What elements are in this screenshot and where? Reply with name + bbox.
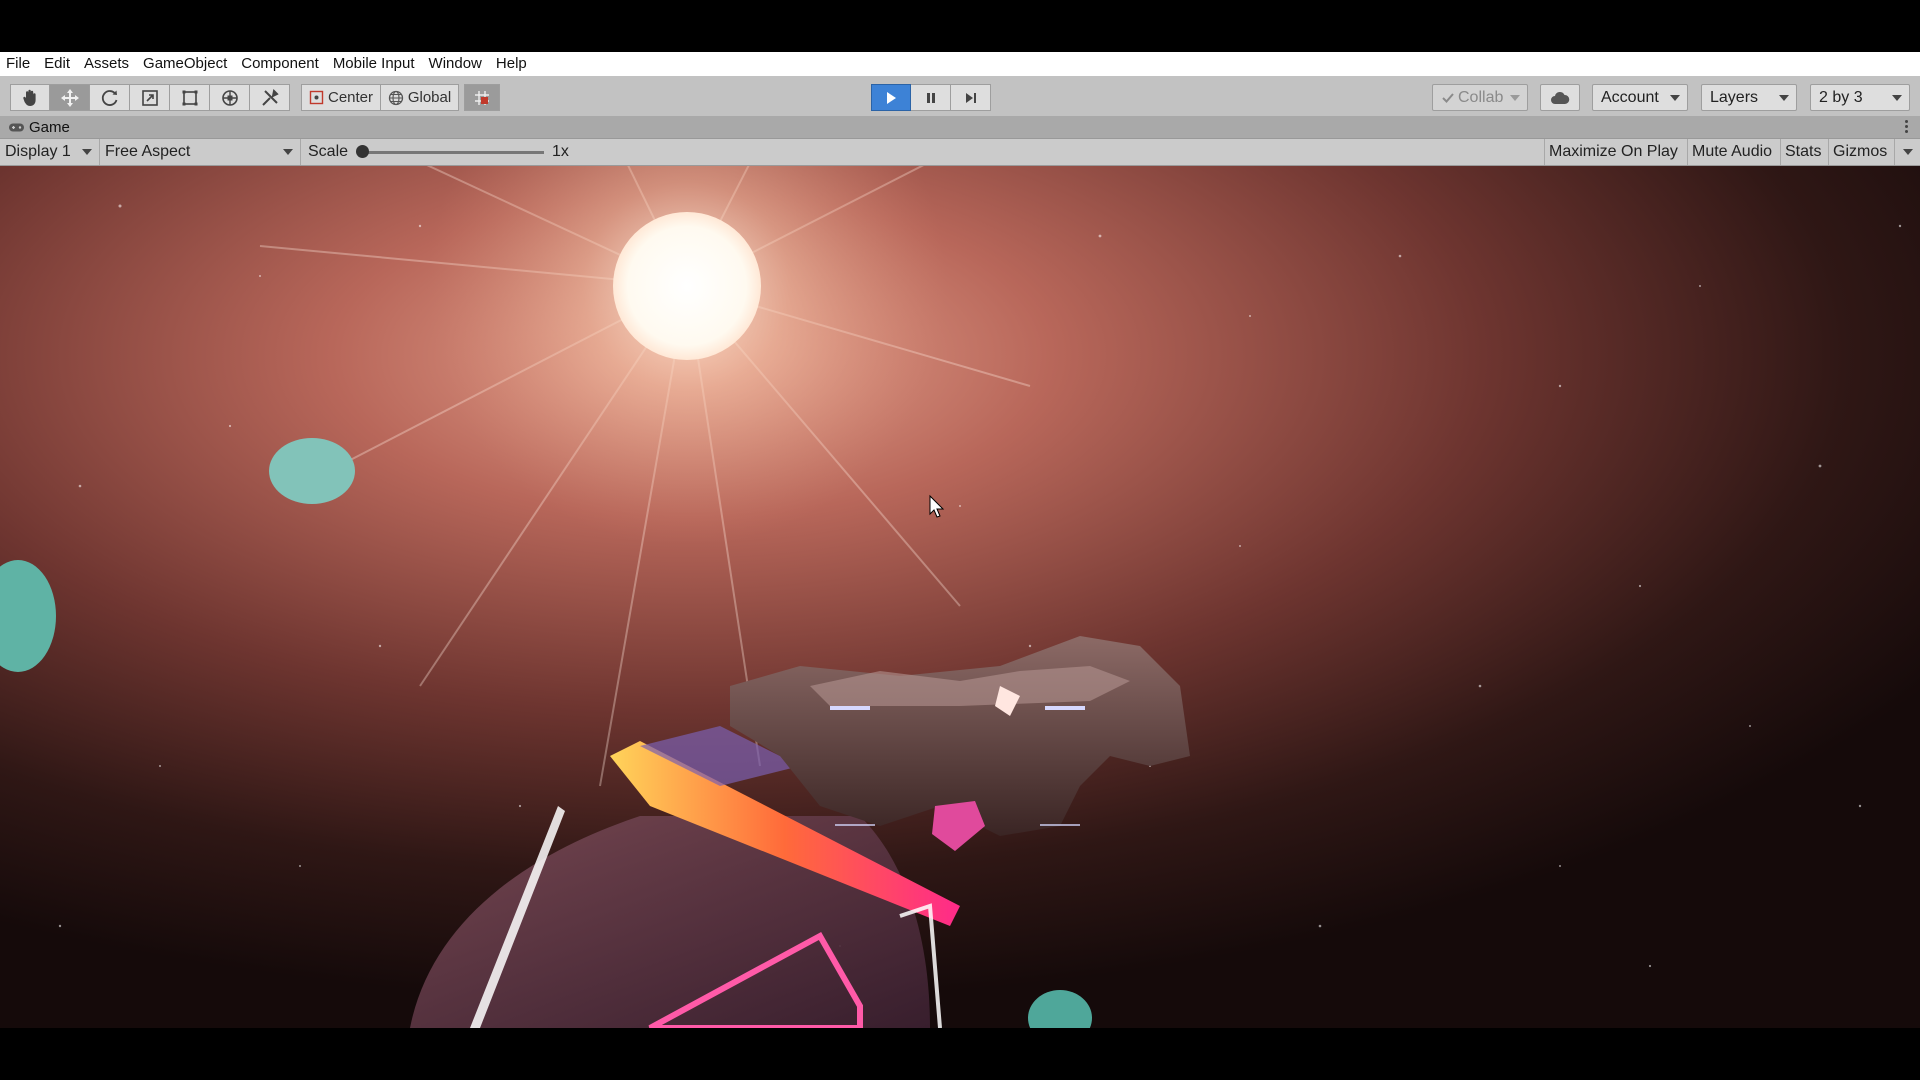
display-label: Display 1 [5, 143, 71, 160]
layout-dropdown[interactable]: 2 by 3 [1810, 84, 1910, 111]
scale-icon [141, 89, 158, 106]
step-button[interactable] [951, 84, 991, 111]
gizmos-dropdown[interactable] [1894, 139, 1920, 165]
hand-icon [23, 89, 36, 106]
chevron-down-icon [283, 149, 293, 155]
transform-icon [221, 89, 238, 106]
move-tool-button[interactable] [50, 84, 90, 111]
top-letterbox [0, 0, 1920, 52]
chevron-down-icon [1892, 95, 1902, 101]
rotate-icon [101, 89, 117, 106]
scale-label: Scale [308, 143, 349, 160]
sun [613, 212, 761, 360]
playmode-controls [871, 84, 991, 111]
aspect-dropdown[interactable]: Free Aspect [100, 139, 301, 165]
planet-small [269, 438, 355, 504]
game-view-toolbar: Display 1 Free Aspect Scale 1x Maximize … [0, 139, 1920, 166]
step-icon [965, 92, 976, 103]
tab-game[interactable]: Game [8, 116, 70, 138]
game-scene [0, 166, 1920, 1028]
layers-dropdown[interactable]: Layers [1701, 84, 1797, 111]
chevron-down-icon [1903, 149, 1913, 155]
pivot-mode-button[interactable]: Center [301, 84, 381, 111]
globe-icon [388, 90, 403, 105]
custom-tool-button[interactable] [250, 84, 290, 111]
menu-file[interactable]: File [0, 52, 37, 76]
checkmark-icon [1442, 92, 1454, 103]
hand-tool-button[interactable] [10, 84, 50, 111]
cloud-icon [1551, 91, 1570, 104]
rotate-tool-button[interactable] [90, 84, 130, 111]
handle-toggles: Center Global [301, 84, 459, 111]
maximize-on-play-toggle[interactable]: Maximize On Play [1544, 139, 1682, 165]
cloud-button[interactable] [1540, 84, 1580, 111]
tab-game-label: Game [29, 118, 70, 136]
menu-edit[interactable]: Edit [37, 52, 77, 76]
menu-component[interactable]: Component [234, 52, 326, 76]
scale-slider-track[interactable] [360, 151, 544, 154]
main-toolbar: Center Global Collab Account Layers 2 by… [0, 76, 1920, 116]
layers-label: Layers [1710, 88, 1759, 106]
menu-assets[interactable]: Assets [77, 52, 136, 76]
layout-label: 2 by 3 [1819, 88, 1863, 106]
gamepad-icon [9, 123, 24, 131]
gizmos-toggle[interactable]: Gizmos [1828, 139, 1891, 165]
transform-tools [10, 84, 290, 111]
display-dropdown[interactable]: Display 1 [0, 139, 100, 165]
collab-dropdown[interactable]: Collab [1432, 84, 1528, 111]
pivot-space-label: Global [407, 89, 452, 106]
snap-toggle-group [464, 84, 500, 111]
tab-menu-icon[interactable] [1905, 120, 1908, 134]
menu-mobile-input[interactable]: Mobile Input [326, 52, 422, 76]
menu-help[interactable]: Help [489, 52, 534, 76]
grid-snap-icon [475, 90, 489, 105]
account-dropdown[interactable]: Account [1592, 84, 1688, 111]
play-button[interactable] [871, 84, 911, 111]
center-pivot-icon [309, 90, 324, 105]
stats-toggle[interactable]: Stats [1780, 139, 1825, 165]
rect-tool-button[interactable] [170, 84, 210, 111]
aspect-label: Free Aspect [105, 143, 191, 160]
scale-slider-thumb[interactable] [356, 145, 369, 158]
custom-tool-icon [261, 88, 279, 106]
mute-audio-toggle[interactable]: Mute Audio [1687, 139, 1776, 165]
pivot-mode-label: Center [327, 89, 374, 106]
menu-bar: File Edit Assets GameObject Component Mo… [0, 52, 1920, 76]
pause-button[interactable] [911, 84, 951, 111]
pivot-space-button[interactable]: Global [381, 84, 459, 111]
rect-icon [182, 90, 197, 105]
chevron-down-icon [1670, 95, 1680, 101]
account-label: Account [1601, 88, 1659, 106]
pause-icon [926, 92, 935, 103]
grid-snap-button[interactable] [464, 84, 500, 111]
bottom-letterbox [0, 1028, 1920, 1080]
collab-label: Collab [1458, 88, 1504, 106]
game-viewport[interactable] [0, 166, 1920, 1028]
chevron-down-icon [82, 149, 92, 155]
chevron-down-icon [1779, 95, 1789, 101]
chevron-down-icon [1510, 95, 1520, 101]
transform-tool-button[interactable] [210, 84, 250, 111]
menu-window[interactable]: Window [422, 52, 489, 76]
scale-value: 1x [552, 143, 569, 160]
scale-tool-button[interactable] [130, 84, 170, 111]
play-icon [887, 91, 896, 104]
menu-gameobject[interactable]: GameObject [136, 52, 234, 76]
move-icon [60, 88, 79, 107]
game-tab-bar: Game [0, 116, 1920, 139]
